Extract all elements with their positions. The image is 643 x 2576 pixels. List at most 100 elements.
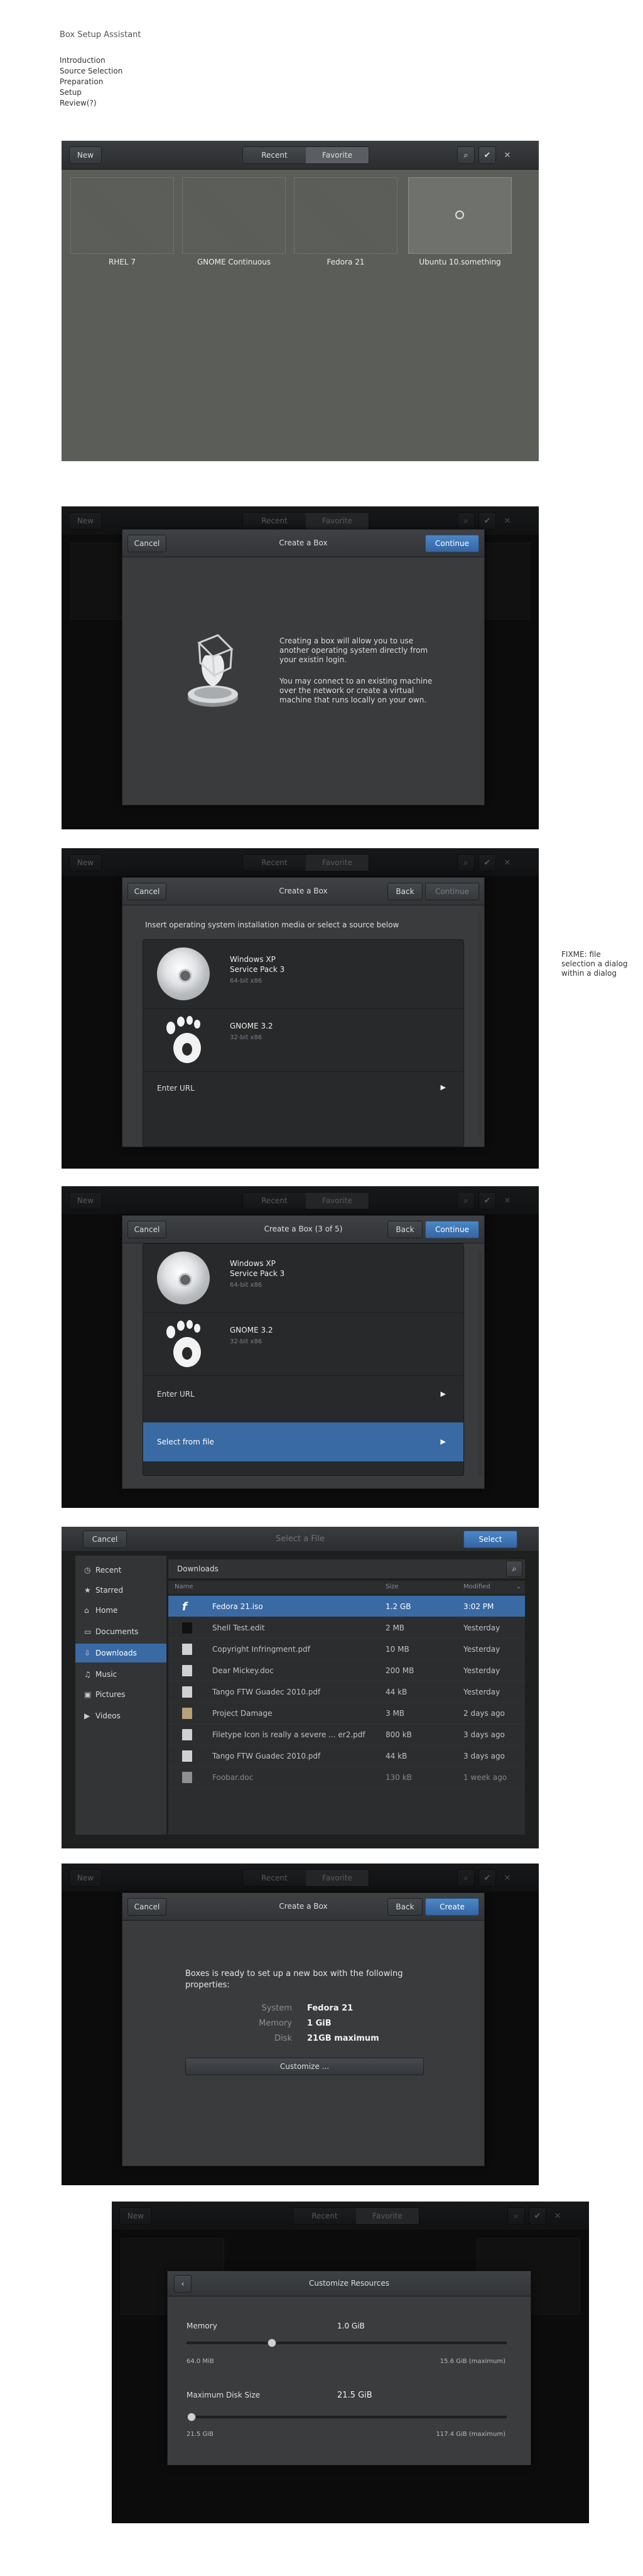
gnome-foot-icon <box>162 1319 206 1370</box>
select-button[interactable]: Select <box>463 1531 517 1548</box>
sidebar-item-recent[interactable]: ◷ Recent <box>75 1561 166 1580</box>
dialog-title: Customize Resources <box>308 2279 390 2288</box>
table-row[interactable]: Shell Test.edit 2 MB Yesterday <box>168 1617 525 1639</box>
chevron-right-icon: ▶ <box>440 1390 446 1398</box>
create-box-dialog: Cancel Create a Box Continue Creating a … <box>122 529 485 805</box>
sidebar-item-starred[interactable]: ★ Starred <box>75 1581 166 1600</box>
table-row[interactable]: Tango FTW Guadec 2010.pdf 44 kB Yesterday <box>168 1681 525 1703</box>
sidebar-item-videos[interactable]: ▶ Videos <box>75 1706 166 1725</box>
os-subtitle: Service Pack 3 <box>230 965 285 974</box>
sidebar-item-home[interactable]: ⌂ Home <box>75 1601 166 1620</box>
os-arch: 64-bit x86 <box>230 1282 262 1289</box>
dialog-header: Cancel Create a Box (3 of 5) Back Contin… <box>122 1216 484 1243</box>
slider-knob[interactable] <box>267 2339 277 2347</box>
intro-screen: New Recent Favorite ⌕ ✔ ✕ Cancel Create … <box>62 506 539 829</box>
chevron-right-icon: ▶ <box>440 1438 446 1446</box>
location-label[interactable]: Downloads <box>177 1564 219 1573</box>
continue-button[interactable]: Continue <box>425 535 479 552</box>
source-selection-screen: New Recent Favorite ⌕ ✔ ✕ Cancel Create … <box>62 1186 539 1508</box>
star-icon: ★ <box>84 1586 91 1595</box>
disk-label: Maximum Disk Size <box>186 2391 261 2399</box>
enter-url-row[interactable]: Enter URL ▶ <box>143 1376 463 1414</box>
review-heading: Boxes is ready to set up a new box with … <box>185 1969 403 1990</box>
sidebar-item-documents[interactable]: ▭ Documents <box>75 1622 166 1641</box>
chevron-down-icon[interactable]: ⌄ <box>516 1583 521 1590</box>
column-modified[interactable]: Modified <box>463 1583 490 1590</box>
table-row[interactable]: Dear Mickey.doc 200 MB Yesterday <box>168 1660 525 1681</box>
memory-slider[interactable] <box>186 2339 507 2347</box>
prop-value: 1 GiB <box>307 2019 332 2028</box>
dialog-header: Cancel Create a Box Continue <box>122 530 484 557</box>
sidebar-item-pictures[interactable]: ▣ Pictures <box>75 1685 166 1704</box>
tab-recent[interactable]: Recent <box>243 147 306 163</box>
table-row[interactable]: Copyright Infringment.pdf 10 MB Yesterday <box>168 1639 525 1660</box>
source-selection-screen: New Recent Favorite ⌕ ✔ ✕ Cancel Create … <box>62 848 539 1169</box>
fedora-icon: f <box>182 1600 187 1613</box>
table-row[interactable]: Tango FTW Guadec 2010.pdf 44 kB 3 days ago <box>168 1745 525 1767</box>
step-item: Review(?) <box>60 99 97 107</box>
fixme-note: FIXME: file selection a dialog within a … <box>561 950 628 978</box>
close-icon[interactable]: ✕ <box>501 146 514 164</box>
continue-button[interactable]: Continue <box>425 1221 479 1238</box>
box-thumbnail[interactable] <box>294 177 397 254</box>
customize-resources-screen: New Recent Favorite ⌕ ✔ ✕ ‹ Customize Re… <box>112 2202 589 2523</box>
column-size[interactable]: Size <box>386 1583 399 1590</box>
os-subtitle: Service Pack 3 <box>230 1269 285 1278</box>
search-icon[interactable]: ⌕ <box>506 1561 522 1577</box>
column-name[interactable]: Name <box>175 1583 193 1590</box>
check-icon[interactable]: ✔ <box>478 146 496 164</box>
select-file-label: Select from file <box>157 1438 214 1446</box>
back-button[interactable]: Back <box>387 1221 423 1238</box>
table-row[interactable]: Project Damage 3 MB 2 days ago <box>168 1703 525 1724</box>
clock-icon: ◷ <box>84 1566 91 1575</box>
new-button[interactable]: New <box>69 146 102 164</box>
step-item: Introduction <box>60 56 105 65</box>
box-grid: RHEL 7 GNOME Continuous Fedora 21 Ubuntu… <box>62 170 539 461</box>
create-box-dialog: Cancel Create a Box Back Create Boxes is… <box>122 1892 485 2166</box>
file-list: Name Size Modified ⌄ f Fedora 21.iso 1.2 G… <box>168 1581 525 1835</box>
list-item[interactable]: Windows XP Service Pack 3 64-bit x86 <box>143 1244 463 1313</box>
list-item[interactable]: GNOME 3.2 32-bit x86 <box>143 1313 463 1376</box>
customize-button[interactable]: Customize ... <box>185 2058 424 2075</box>
file-icon <box>182 1686 192 1698</box>
table-row[interactable]: Foobar.doc 130 kB 1 week ago <box>168 1767 525 1788</box>
places-sidebar: ◷ Recent ★ Starred ⌂ Home ▭ Documents ⇩ Downl… <box>75 1556 166 1835</box>
picture-icon: ▣ <box>84 1690 92 1699</box>
location-bar: Downloads ⌕ <box>168 1559 525 1578</box>
tab-favorite[interactable]: Favorite <box>306 147 369 163</box>
disk-slider[interactable] <box>186 2413 507 2421</box>
disk-min: 21.5 GiB <box>186 2431 213 2438</box>
file-icon <box>182 1708 192 1719</box>
box-thumbnail[interactable] <box>182 177 286 254</box>
table-row[interactable]: Filetype Icon is really a severe ... er2… <box>168 1724 525 1745</box>
intro-text-2: You may connect to an existing machine o… <box>279 677 433 704</box>
back-button[interactable]: Back <box>387 883 423 900</box>
slider-knob[interactable] <box>187 2413 196 2421</box>
file-icon <box>182 1665 192 1676</box>
disk-max: 117.4 GiB (maximum) <box>436 2431 505 2438</box>
box-thumbnail[interactable] <box>408 177 512 254</box>
create-box-dialog: Cancel Create a Box (3 of 5) Back Contin… <box>122 1215 485 1489</box>
list-item[interactable]: Windows XP Service Pack 3 64-bit x86 <box>143 940 463 1009</box>
sidebar-item-music[interactable]: ♫ Music <box>75 1665 166 1684</box>
prop-value: 21GB maximum <box>307 2034 379 2043</box>
scrollbar[interactable] <box>478 912 482 1138</box>
table-row[interactable]: f Fedora 21.iso 1.2 GB 3:02 PM <box>168 1596 525 1617</box>
prop-value: Fedora 21 <box>307 2004 354 2013</box>
enter-url-row[interactable]: Enter URL ▶ <box>143 1072 463 1103</box>
sidebar-item-downloads[interactable]: ⇩ Downloads <box>75 1644 166 1662</box>
box-thumbnail[interactable] <box>70 177 174 254</box>
continue-button[interactable]: Continue <box>425 883 479 900</box>
back-button[interactable]: Back <box>387 1898 423 1916</box>
disc-icon <box>157 947 210 1000</box>
scrollbar[interactable] <box>478 1250 482 1476</box>
prop-key: Memory <box>259 2019 292 2028</box>
intro-text-1: Creating a box will allow you to use ano… <box>279 636 428 664</box>
search-icon[interactable]: ⌕ <box>457 146 475 164</box>
select-file-row[interactable]: Select from file ▶ <box>143 1422 463 1461</box>
enter-url-label: Enter URL <box>157 1390 195 1399</box>
create-button[interactable]: Create <box>425 1898 479 1916</box>
list-item[interactable]: GNOME 3.2 32-bit x86 <box>143 1009 463 1072</box>
music-icon: ♫ <box>84 1670 91 1679</box>
page-title: Box Setup Assistant <box>60 30 141 40</box>
